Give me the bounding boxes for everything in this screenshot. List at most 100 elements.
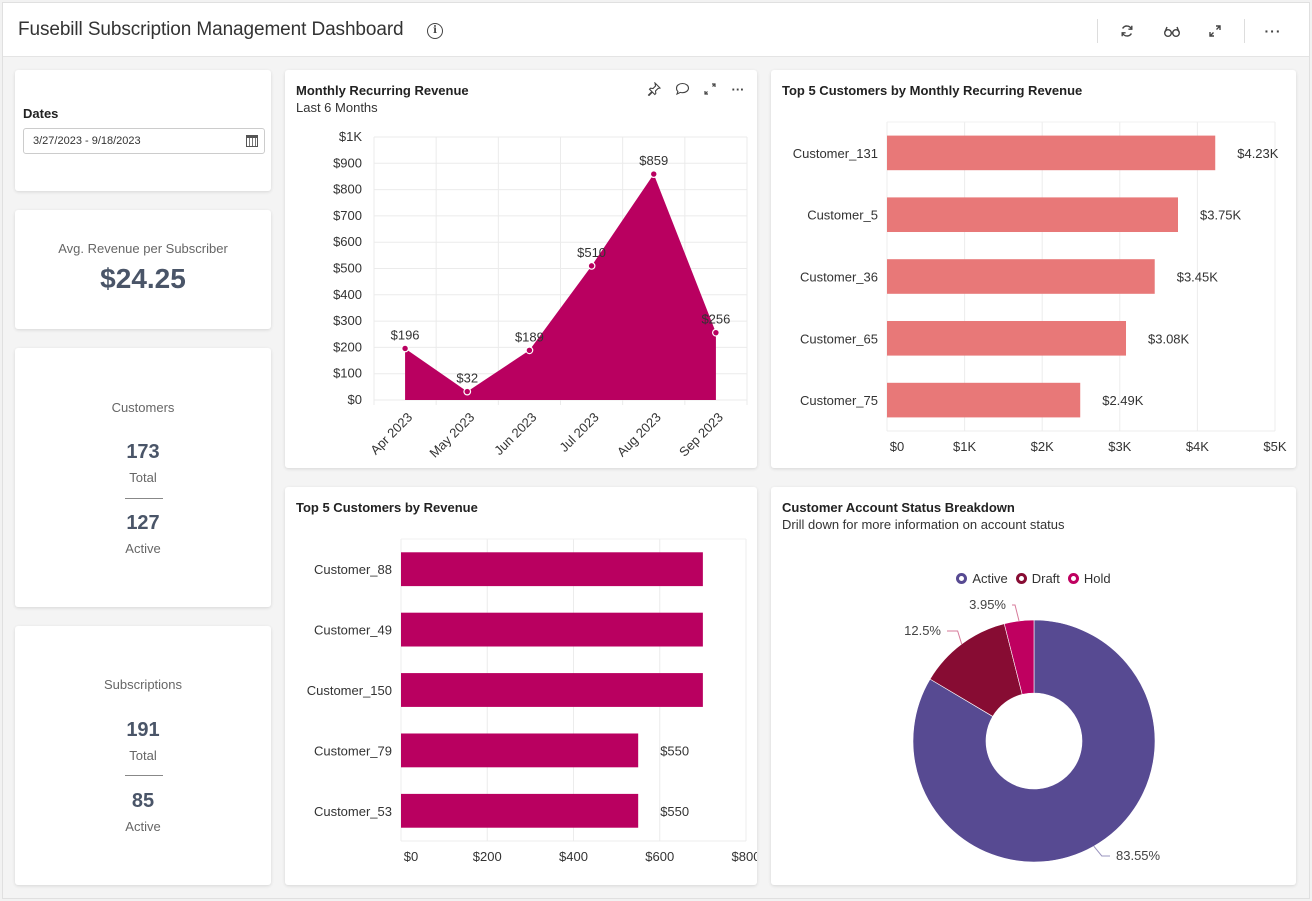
x-tick-label: $2K <box>1031 439 1054 454</box>
status-donut-chart: 83.55% 12.5% 3.95% <box>904 597 1161 863</box>
y-tick-label: Customer_65 <box>800 331 878 346</box>
x-tick-label: $0 <box>890 439 904 454</box>
y-tick-label: $900 <box>333 155 362 170</box>
top5-revenue-chart-card[interactable]: Top 5 Customers by Revenue $0 $200 $400 $60… <box>285 487 757 885</box>
leader-line <box>947 630 963 645</box>
y-tick-label: $100 <box>333 366 362 381</box>
mrr-chart-card[interactable]: Monthly Recurring Revenue Last 6 Months … <box>285 70 757 468</box>
data-point <box>401 344 409 353</box>
view-button[interactable] <box>1160 19 1184 43</box>
x-tick-label: $200 <box>473 849 502 864</box>
leader-line <box>1012 604 1020 622</box>
dates-filter-card: Dates 3/27/2023 - 9/18/2023 <box>15 70 271 191</box>
data-label: $550 <box>660 804 689 819</box>
customers-total: 173 <box>126 441 160 463</box>
x-tick-label: Apr 2023 <box>367 410 415 458</box>
x-tick-label: $0 <box>404 849 418 864</box>
calendar-icon[interactable] <box>246 135 258 147</box>
arpu-label: Avg. Revenue per Subscriber <box>58 241 228 256</box>
info-icon[interactable]: i <box>427 23 443 39</box>
refresh-icon <box>1121 25 1133 37</box>
data-label: $510 <box>577 245 606 260</box>
y-tick-label: $700 <box>333 208 362 223</box>
y-tick-label: Customer_5 <box>807 208 878 223</box>
more-options-button[interactable]: ··· <box>1261 19 1285 43</box>
data-label: $550 <box>660 743 689 758</box>
bar <box>401 612 703 647</box>
x-tick-label: May 2023 <box>426 410 477 461</box>
more-icon: ··· <box>1264 23 1282 39</box>
x-tick-label: Jun 2023 <box>491 410 539 458</box>
kpi-divider <box>125 775 163 776</box>
y-tick-label: $200 <box>333 339 362 354</box>
bar <box>401 673 703 707</box>
date-range-value: 3/27/2023 - 9/18/2023 <box>33 135 141 147</box>
date-range-input[interactable]: 3/27/2023 - 9/18/2023 <box>23 128 265 154</box>
customers-active-label: Active <box>125 541 161 556</box>
data-point <box>587 261 596 270</box>
y-tick-label: $800 <box>333 182 362 197</box>
bar <box>887 320 1127 356</box>
customers-label: Customers <box>111 400 175 415</box>
y-tick-label: $300 <box>333 313 362 328</box>
data-label: $256 <box>701 312 730 327</box>
data-point <box>712 328 720 337</box>
data-label: $189 <box>515 329 544 344</box>
x-tick-label: $1K <box>953 439 976 454</box>
subscriptions-card: Subscriptions 191 Total 85 Active <box>15 626 271 885</box>
subscriptions-active: 85 <box>131 790 155 812</box>
data-label: $4.23K <box>1237 146 1279 161</box>
y-tick-label: Customer_53 <box>314 804 392 819</box>
bar <box>401 793 639 828</box>
x-tick-label: Aug 2023 <box>614 410 664 460</box>
data-label: 83.55% <box>1116 848 1161 863</box>
subscriptions-total-label: Total <box>129 748 157 763</box>
x-tick-label: $4K <box>1186 439 1209 454</box>
bar <box>887 197 1178 233</box>
x-tick-label: $5K <box>1263 439 1286 454</box>
y-tick-label: Customer_150 <box>307 683 392 698</box>
data-label: $859 <box>639 153 668 168</box>
header-divider <box>1244 19 1245 43</box>
y-tick-label: Customer_36 <box>800 270 878 285</box>
fullscreen-button[interactable] <box>1203 19 1227 43</box>
x-tick-label: $600 <box>645 849 674 864</box>
y-tick-label: Customer_88 <box>314 562 392 577</box>
customers-card: Customers 173 Total 127 Active <box>15 348 271 607</box>
y-tick-label: Customer_49 <box>314 623 392 638</box>
x-tick-label: Jul 2023 <box>556 410 601 455</box>
y-tick-label: Customer_75 <box>800 393 878 408</box>
data-point <box>649 170 658 178</box>
bar <box>887 382 1081 418</box>
header-divider <box>1097 19 1098 43</box>
top5-mrr-chart-card[interactable]: Top 5 Customers by Monthly Recurring Rev… <box>771 70 1296 468</box>
bar <box>887 259 1155 294</box>
kpi-divider <box>125 498 163 499</box>
status-chart-card[interactable]: Customer Account Status Breakdown Drill … <box>771 487 1296 885</box>
subscriptions-active-label: Active <box>125 819 161 834</box>
dates-label: Dates <box>23 106 59 121</box>
arpu-card: Avg. Revenue per Subscriber $24.25 <box>15 210 271 329</box>
y-tick-label: $400 <box>333 287 362 302</box>
arpu-value: $24.25 <box>100 263 186 294</box>
x-tick-label: Sep 2023 <box>676 410 726 460</box>
dashboard-title: Fusebill Subscription Management Dashboa… <box>18 19 404 40</box>
top5-mrr-bar-chart: $0 $1K $2K $3K $4K $5K Customer_131 $4.23K Custo… <box>793 121 1287 454</box>
subscriptions-label: Subscriptions <box>103 677 183 692</box>
data-label: $3.45K <box>1177 270 1219 285</box>
data-label: $196 <box>391 327 420 342</box>
y-tick-label: $500 <box>333 261 362 276</box>
subscriptions-total: 191 <box>126 719 160 741</box>
y-tick-label: $1K <box>339 129 362 144</box>
data-point <box>463 387 472 396</box>
data-label: 3.95% <box>969 597 1006 612</box>
refresh-button[interactable] <box>1115 19 1139 43</box>
data-label: $3.75K <box>1200 208 1242 223</box>
dashboard-header: Fusebill Subscription Management Dashboa… <box>3 3 1309 57</box>
y-tick-label: $600 <box>333 234 362 249</box>
bar <box>887 135 1216 171</box>
data-label: $32 <box>456 371 478 386</box>
top5-revenue-bar-chart: $0 $200 $400 $600 $800 Customer_88 Customer_49… <box>307 538 757 864</box>
data-label: $2.49K <box>1102 393 1144 408</box>
x-tick-label: $400 <box>559 849 588 864</box>
